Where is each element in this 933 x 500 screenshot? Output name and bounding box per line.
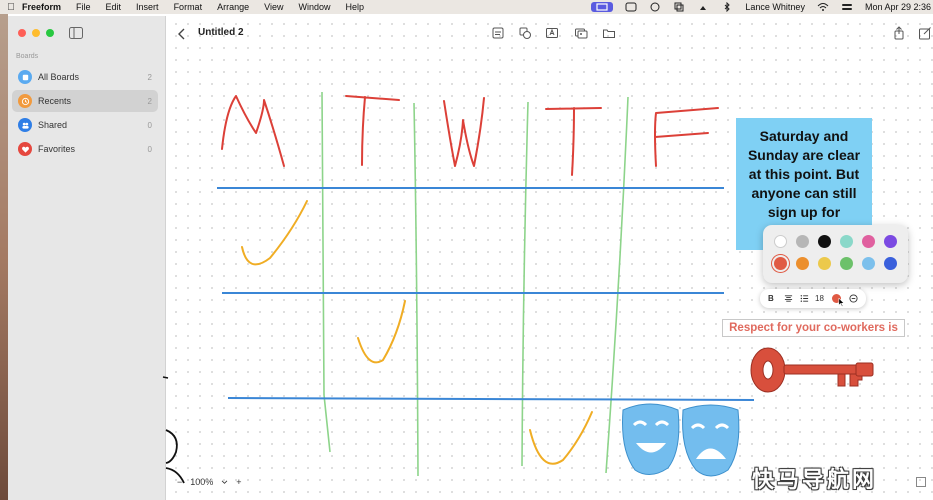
sticky-line: anyone can still (751, 185, 857, 201)
sidebar-item-recents[interactable]: Recents 2 (12, 90, 158, 112)
color-swatch-purple[interactable] (884, 235, 897, 248)
mouse-cursor-icon (837, 297, 845, 308)
apple-menu-icon[interactable]:  (0, 2, 22, 13)
text-format-bar: B 18 (760, 289, 866, 308)
sidebar-item-all-boards[interactable]: All Boards 2 (12, 66, 158, 88)
menu-window[interactable]: Window (298, 2, 330, 12)
sidebar-item-label: Favorites (38, 144, 76, 154)
menu-view[interactable]: View (264, 2, 283, 12)
sidebar-item-count: 0 (147, 144, 152, 154)
note-icon[interactable] (491, 26, 505, 40)
font-size-field[interactable]: 18 (815, 293, 824, 304)
menu-bar:  Freeform File Edit Insert Format Arran… (0, 0, 933, 14)
clock-text[interactable]: Mon Apr 29 2:36 (865, 2, 931, 12)
zoom-menu-chevron-icon[interactable] (221, 477, 228, 487)
media-icon[interactable] (574, 26, 588, 40)
sidebar-item-label: All Boards (38, 72, 80, 82)
more-options-icon[interactable] (848, 293, 859, 304)
compose-icon[interactable] (918, 26, 932, 40)
menu-file[interactable]: File (76, 2, 91, 12)
clock-icon (18, 94, 32, 108)
menu-insert[interactable]: Insert (136, 2, 159, 12)
sidebar-item-favorites[interactable]: Favorites 0 (12, 138, 158, 160)
color-swatch-black[interactable] (818, 235, 831, 248)
sidebar-toggle-icon[interactable] (69, 26, 83, 39)
menu-help[interactable]: Help (345, 2, 364, 12)
color-swatch-gray[interactable] (796, 235, 809, 248)
menu-format[interactable]: Format (174, 2, 203, 12)
heart-icon (18, 142, 32, 156)
color-swatch-light-blue[interactable] (862, 257, 875, 270)
menu-app[interactable]: Freeform (22, 2, 61, 12)
close-window-button[interactable] (18, 29, 26, 37)
color-swatch-blue[interactable] (884, 257, 897, 270)
boards-icon (18, 70, 32, 84)
sidebar-item-count: 0 (147, 120, 152, 130)
sidebar-item-shared[interactable]: Shared 0 (12, 114, 158, 136)
sticky-line: Saturday and (759, 128, 849, 144)
sidebar: Boards All Boards 2 Recents 2 Shared 0 F… (8, 16, 166, 500)
align-center-icon[interactable] (783, 293, 794, 304)
zoom-level[interactable]: 100% (190, 477, 213, 487)
bold-button[interactable]: B (768, 293, 774, 304)
color-swatch-red-selected[interactable] (774, 257, 787, 270)
creative-cloud-icon[interactable] (649, 2, 661, 12)
sticky-line: Sunday are clear (747, 147, 861, 163)
color-swatch-pink[interactable] (862, 235, 875, 248)
board-title[interactable]: Untitled 2 (198, 27, 244, 38)
sidebar-section-label: Boards (16, 53, 39, 60)
text-box-icon[interactable] (545, 26, 559, 40)
zoom-in-button[interactable]: + (236, 477, 241, 487)
watermark-text: 快马导航网 (752, 467, 878, 492)
menu-edit[interactable]: Edit (106, 2, 122, 12)
bluetooth-icon[interactable] (721, 1, 733, 13)
screen-recording-icon[interactable] (591, 2, 614, 12)
dropbox-icon[interactable] (625, 2, 637, 12)
minimap-toggle-icon[interactable] (916, 477, 926, 487)
sidebar-item-label: Shared (38, 120, 68, 130)
airplay-icon[interactable] (697, 2, 709, 12)
bullet-list-icon[interactable] (799, 293, 810, 304)
windows-icon[interactable] (673, 2, 685, 12)
back-chevron-icon[interactable] (177, 27, 187, 40)
text-box-selected[interactable]: Respect for your co-workers is (722, 319, 905, 337)
window-controls (18, 29, 54, 37)
menu-arrange[interactable]: Arrange (217, 2, 249, 12)
sticky-line: sign up for (767, 204, 841, 220)
sticky-line: at this point. But (748, 166, 860, 182)
sidebar-item-label: Recents (38, 96, 72, 106)
people-icon (18, 118, 32, 132)
user-name[interactable]: Lance Whitney (745, 2, 805, 12)
control-center-icon[interactable] (841, 2, 853, 12)
sidebar-item-count: 2 (147, 96, 152, 106)
zoom-out-button[interactable]: − (177, 477, 182, 487)
color-swatch-yellow[interactable] (818, 257, 831, 270)
shapes-icon[interactable] (518, 26, 532, 40)
color-swatch-orange[interactable] (796, 257, 809, 270)
color-swatch-green[interactable] (840, 257, 853, 270)
color-swatch-teal[interactable] (840, 235, 853, 248)
share-icon[interactable] (892, 26, 906, 40)
desktop-background (0, 14, 8, 500)
color-swatch-white[interactable] (774, 235, 787, 248)
zoom-window-button[interactable] (46, 29, 54, 37)
minimize-window-button[interactable] (32, 29, 40, 37)
zoom-control: − 100% + (177, 475, 242, 489)
sidebar-item-count: 2 (147, 72, 152, 82)
folder-icon[interactable] (602, 26, 616, 40)
color-picker-popover (763, 225, 908, 283)
wifi-icon[interactable] (817, 2, 829, 12)
scribble-drawing[interactable] (162, 376, 169, 379)
